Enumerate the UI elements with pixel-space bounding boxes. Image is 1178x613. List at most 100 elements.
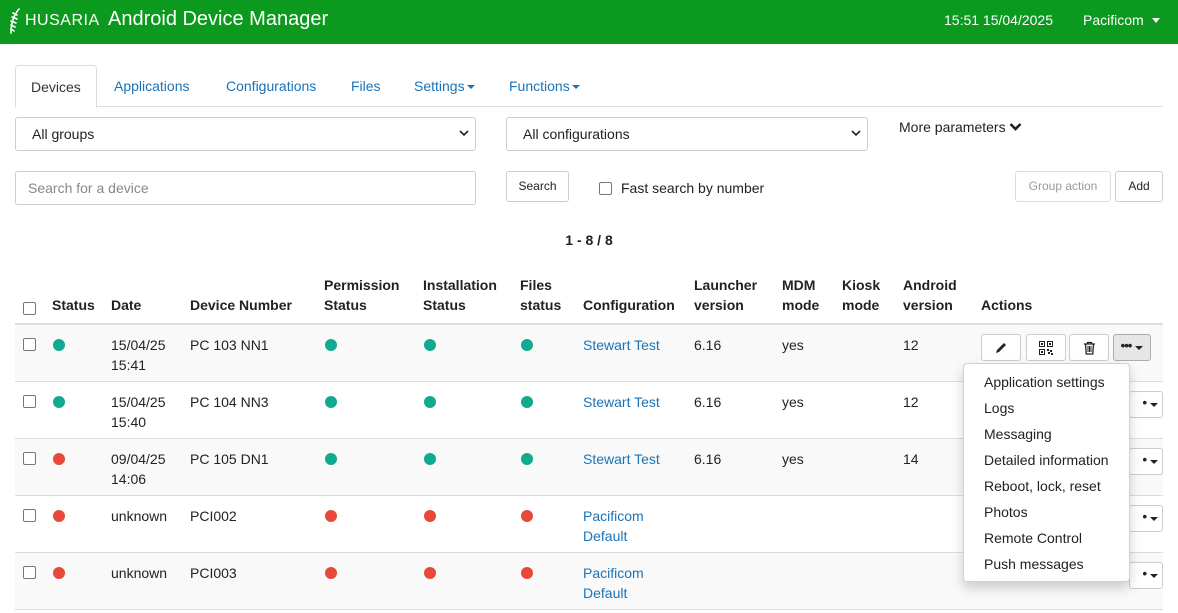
files-status-indicator bbox=[521, 396, 533, 408]
row-checkbox[interactable] bbox=[23, 566, 36, 579]
menu-item-detailed-information[interactable]: Detailed information bbox=[964, 447, 1129, 473]
configuration-select[interactable]: All configurations bbox=[506, 117, 868, 151]
group-select[interactable]: All groups bbox=[15, 117, 476, 151]
row-date-time: 15:41 bbox=[111, 357, 147, 373]
delete-button[interactable] bbox=[1069, 334, 1109, 361]
menu-item-reboot-lock-reset[interactable]: Reboot, lock, reset bbox=[964, 473, 1129, 499]
col-status[interactable]: Status bbox=[52, 295, 95, 315]
tab-applications[interactable]: Applications bbox=[114, 65, 190, 107]
col-files-status[interactable]: Files status bbox=[520, 275, 561, 315]
edit-button[interactable] bbox=[981, 334, 1021, 361]
row-config-line1: Pacificom bbox=[583, 508, 644, 524]
add-device-button[interactable]: Add bbox=[1115, 171, 1163, 202]
caret-down-icon bbox=[1150, 573, 1158, 578]
permission-status-indicator bbox=[325, 396, 337, 408]
col-device-number[interactable]: Device Number bbox=[190, 295, 292, 315]
row-checkbox[interactable] bbox=[23, 395, 36, 408]
group-select-value: All groups bbox=[32, 126, 95, 142]
more-actions-button[interactable]: • bbox=[1129, 505, 1163, 532]
trash-icon bbox=[1083, 341, 1095, 355]
col-permission-status[interactable]: Permission Status bbox=[324, 275, 399, 315]
chevron-down-icon bbox=[459, 130, 469, 137]
menu-item-messaging[interactable]: Messaging bbox=[964, 421, 1129, 447]
row-mdm-mode: yes bbox=[782, 451, 804, 467]
more-actions-button[interactable]: ••• bbox=[1113, 334, 1151, 361]
husaria-logo[interactable]: HUSARIA bbox=[8, 8, 100, 34]
files-status-indicator bbox=[521, 453, 533, 465]
tab-devices[interactable]: Devices bbox=[15, 65, 97, 108]
row-date-day: unknown bbox=[111, 565, 168, 581]
col-mdm-line2: mode bbox=[782, 297, 820, 313]
col-launcher-line1: Launcher bbox=[694, 277, 758, 293]
more-actions-dropdown: Application settings Logs Messaging Deta… bbox=[963, 363, 1130, 582]
row-date-day: 15/04/25 bbox=[111, 394, 166, 410]
select-all-checkbox[interactable] bbox=[23, 302, 36, 315]
more-actions-button[interactable]: • bbox=[1129, 448, 1163, 475]
col-permission-line2: Status bbox=[324, 297, 367, 313]
qr-code-button[interactable] bbox=[1026, 334, 1066, 361]
caret-down-icon bbox=[1150, 516, 1158, 521]
col-permission-line1: Permission bbox=[324, 277, 400, 293]
row-checkbox[interactable] bbox=[23, 509, 36, 522]
caret-down-icon bbox=[1150, 402, 1158, 407]
more-actions-button[interactable]: • bbox=[1129, 562, 1163, 589]
row-device-number[interactable]: PCI002 bbox=[190, 506, 237, 526]
ellipsis-icon: • bbox=[1142, 508, 1146, 524]
search-button[interactable]: Search bbox=[506, 171, 569, 202]
row-device-number[interactable]: PCI003 bbox=[190, 563, 237, 583]
group-action-button[interactable]: Group action bbox=[1015, 171, 1111, 202]
ellipsis-icon: • bbox=[1142, 565, 1146, 581]
fast-search-checkbox[interactable] bbox=[599, 182, 612, 195]
col-mdm-mode[interactable]: MDM mode bbox=[782, 275, 819, 315]
row-configuration-link[interactable]: Stewart Test bbox=[583, 392, 660, 412]
row-config-line2: Default bbox=[583, 585, 628, 601]
tab-configurations[interactable]: Configurations bbox=[226, 65, 316, 107]
ellipsis-icon: ••• bbox=[1120, 337, 1133, 353]
more-actions-button[interactable]: • bbox=[1129, 391, 1163, 418]
menu-item-photos[interactable]: Photos bbox=[964, 499, 1129, 525]
menu-item-remote-control[interactable]: Remote Control bbox=[964, 525, 1129, 551]
row-device-number[interactable]: PC 103 NN1 bbox=[190, 335, 269, 355]
row-configuration-link[interactable]: Pacificom Default bbox=[583, 563, 644, 603]
col-launcher-version[interactable]: Launcher version bbox=[694, 275, 757, 315]
tab-files[interactable]: Files bbox=[351, 65, 381, 107]
col-actions: Actions bbox=[981, 297, 1033, 313]
row-configuration-link[interactable]: Stewart Test bbox=[583, 335, 660, 355]
col-kiosk-mode[interactable]: Kiosk mode bbox=[842, 275, 880, 315]
col-configuration[interactable]: Configuration bbox=[583, 295, 675, 315]
row-date: unknown bbox=[111, 563, 167, 583]
logo-text: HUSARIA bbox=[25, 12, 100, 29]
row-configuration-link[interactable]: Stewart Test bbox=[583, 449, 660, 469]
status-indicator bbox=[53, 510, 65, 522]
caret-down-icon bbox=[1135, 345, 1144, 350]
row-config-line1: Pacificom bbox=[583, 565, 644, 581]
row-date: 15/04/25 15:40 bbox=[111, 392, 166, 432]
col-android-line1: Android bbox=[903, 277, 957, 293]
row-config-line1: Stewart Test bbox=[583, 394, 660, 410]
tab-devices-label: Devices bbox=[31, 79, 81, 95]
permission-status-indicator bbox=[325, 453, 337, 465]
col-installation-status[interactable]: Installation Status bbox=[423, 275, 497, 315]
row-checkbox[interactable] bbox=[23, 338, 36, 351]
row-android-version: 14 bbox=[903, 451, 919, 467]
row-checkbox[interactable] bbox=[23, 452, 36, 465]
row-device-number[interactable]: PC 104 NN3 bbox=[190, 392, 269, 412]
user-menu[interactable]: Pacificom bbox=[1083, 12, 1160, 28]
tab-applications-label: Applications bbox=[114, 78, 190, 94]
search-placeholder: Search for a device bbox=[28, 180, 149, 196]
menu-item-logs[interactable]: Logs bbox=[964, 395, 1129, 421]
fast-search-option[interactable]: Fast search by number bbox=[599, 180, 764, 196]
tab-settings[interactable]: Settings bbox=[414, 65, 475, 107]
status-indicator bbox=[53, 339, 65, 351]
row-device-number[interactable]: PC 105 DN1 bbox=[190, 449, 269, 469]
col-date[interactable]: Date bbox=[111, 295, 141, 315]
col-installation-line1: Installation bbox=[423, 277, 497, 293]
menu-item-push-messages[interactable]: Push messages bbox=[964, 551, 1129, 577]
tab-functions[interactable]: Functions bbox=[509, 65, 580, 107]
row-configuration-link[interactable]: Pacificom Default bbox=[583, 506, 644, 546]
col-android-version[interactable]: Android version bbox=[903, 275, 957, 315]
device-search-input[interactable]: Search for a device bbox=[15, 171, 476, 205]
more-parameters-toggle[interactable]: More parameters bbox=[899, 119, 1022, 135]
caret-down-icon bbox=[571, 85, 580, 89]
menu-item-application-settings[interactable]: Application settings bbox=[964, 369, 1129, 395]
